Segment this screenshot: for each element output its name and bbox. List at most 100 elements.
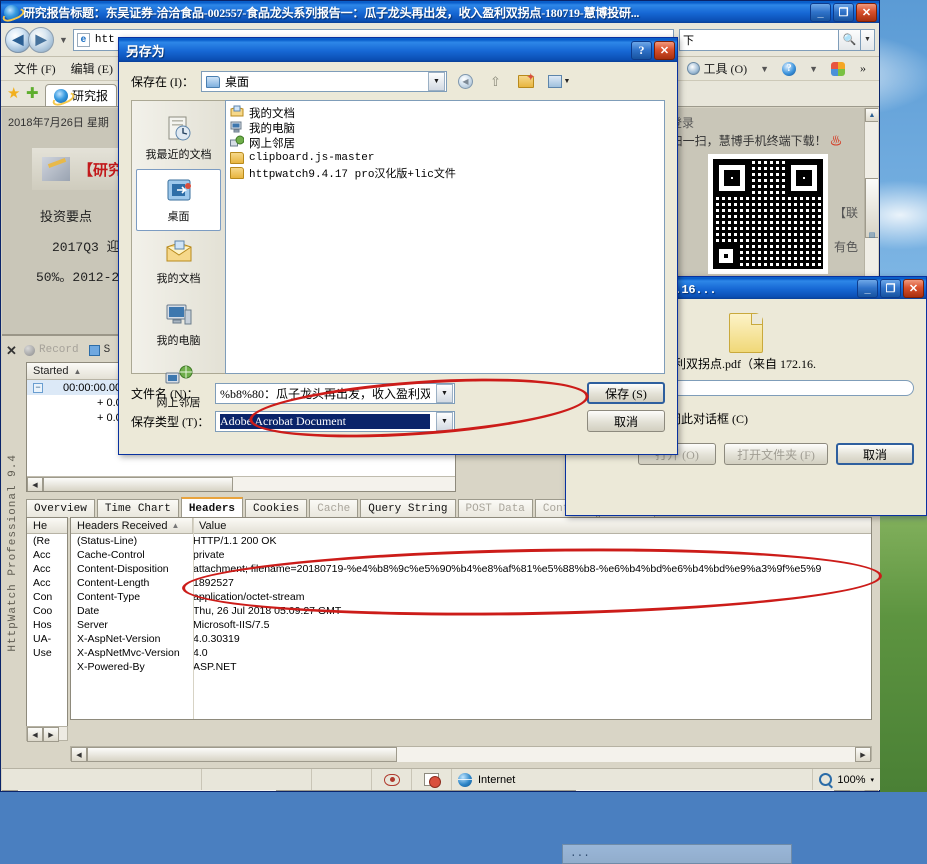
close-button[interactable]: ✕ xyxy=(654,40,675,60)
table-row[interactable]: Server Microsoft-IIS/7.5 xyxy=(71,618,871,632)
place-recent-documents[interactable]: 我最近的文档 xyxy=(132,107,225,169)
list-item[interactable]: 我的电脑 xyxy=(230,120,664,135)
up-one-level-icon[interactable]: ⇧ xyxy=(484,71,507,92)
search-icon[interactable]: 🔍 xyxy=(839,28,861,51)
scroll-up-icon[interactable]: ▲ xyxy=(865,108,878,122)
chevron-down-icon[interactable]: ▼ xyxy=(428,72,445,91)
cancel-button[interactable]: 取消 xyxy=(587,410,665,432)
minimize-button[interactable]: _ xyxy=(810,2,831,22)
messenger-button[interactable] xyxy=(824,59,852,79)
search-box[interactable] xyxy=(679,28,839,51)
sent-headers-pane[interactable]: He (Re Acc Acc Acc Con Coo Hos UA- Use xyxy=(26,517,68,741)
help-button[interactable]: ? xyxy=(631,40,652,60)
tools-chevron-down-icon[interactable]: ▼ xyxy=(760,64,769,74)
zoom-control[interactable]: 100% ▾ xyxy=(813,769,880,790)
favorites-center-icon[interactable]: ★ xyxy=(7,86,23,102)
zoom-chevron-down-icon[interactable]: ▾ xyxy=(870,776,874,784)
minimize-button[interactable]: _ xyxy=(857,278,878,298)
save-in-combobox[interactable]: 桌面 ▼ xyxy=(201,71,447,92)
list-item[interactable]: 网上邻居 xyxy=(230,135,664,150)
tab-overview[interactable]: Overview xyxy=(26,499,95,518)
tab-cookies[interactable]: Cookies xyxy=(245,499,308,518)
table-row[interactable]: Acc xyxy=(27,562,67,576)
request-grid-hscrollbar[interactable]: ◀ xyxy=(27,476,455,491)
hscroll-thumb[interactable] xyxy=(87,747,397,762)
place-my-documents[interactable]: 我的文档 xyxy=(132,231,225,293)
column-header-headers-received[interactable]: Headers Received ▲ xyxy=(71,518,193,533)
search-input[interactable] xyxy=(680,33,838,46)
filename-combobox[interactable]: %b8%80：瓜子龙头再出发，收入盈利双拐点 ▼ xyxy=(215,382,455,404)
scroll-left-icon[interactable]: ◀ xyxy=(27,477,43,491)
column-divider[interactable] xyxy=(193,518,194,719)
views-icon[interactable]: ▼ xyxy=(544,71,574,92)
list-item[interactable]: 我的文档 xyxy=(230,105,664,120)
table-row[interactable]: X-AspNet-Version 4.0.30319 xyxy=(71,632,871,646)
table-row[interactable]: Date Thu, 26 Jul 2018 05:09:27 GMT xyxy=(71,604,871,618)
scroll-left-icon[interactable]: ◀ xyxy=(71,747,87,762)
save-button[interactable]: 保存 (S) xyxy=(587,382,665,404)
table-row[interactable]: Acc xyxy=(27,576,67,590)
table-row[interactable]: Use xyxy=(27,646,67,660)
record-label[interactable]: Record xyxy=(39,344,79,356)
forward-button[interactable]: ▶ xyxy=(28,26,54,53)
help-chevron-down-icon[interactable]: ▼ xyxy=(809,64,818,74)
tab-headers[interactable]: Headers xyxy=(180,497,244,518)
add-to-favorites-icon[interactable]: ✚ xyxy=(26,86,42,102)
maximize-button[interactable]: ❐ xyxy=(833,2,854,22)
menu-item-edit[interactable]: 编辑 (E) xyxy=(64,57,120,80)
table-row[interactable]: Content-Disposition attachment; filename=… xyxy=(71,562,871,576)
received-headers-pane[interactable]: Headers Received ▲ Value (Status-Line) HT… xyxy=(70,517,872,720)
record-icon[interactable] xyxy=(24,344,35,356)
maximize-button[interactable]: ❐ xyxy=(880,278,901,298)
security-zone-indicator[interactable]: Internet xyxy=(452,769,814,790)
menu-item-help[interactable]: ? xyxy=(775,59,803,79)
tab-time-chart[interactable]: Time Chart xyxy=(96,499,179,518)
list-item[interactable]: httpwatch9.4.17 pro汉化版+lic文件 xyxy=(230,165,664,181)
menu-item-tools[interactable]: 工具 (O) xyxy=(680,57,754,80)
filename-value[interactable]: %b8%80：瓜子龙头再出发，收入盈利双拐点 xyxy=(220,385,430,402)
sent-headers-hscrollbar[interactable]: ◀ ▶ xyxy=(26,726,68,742)
browser-tab[interactable]: 研究报 xyxy=(45,84,118,106)
stop-icon[interactable] xyxy=(88,344,100,356)
scroll-right-icon[interactable]: ▶ xyxy=(855,747,871,762)
list-item[interactable]: clipboard.js-master xyxy=(230,150,664,165)
hscroll-thumb[interactable] xyxy=(43,477,233,491)
table-row[interactable]: Cache-Control private xyxy=(71,548,871,562)
tab-ghost[interactable]: ... xyxy=(562,844,792,863)
table-row[interactable]: Coo xyxy=(27,604,67,618)
place-my-computer[interactable]: 我的电脑 xyxy=(132,293,225,355)
chevron-down-icon[interactable]: ▼ xyxy=(436,411,453,431)
hscroll-track[interactable] xyxy=(233,477,455,491)
table-row[interactable]: (Re xyxy=(27,534,67,548)
popup-blocker-button[interactable] xyxy=(412,769,452,790)
file-list[interactable]: 我的文档 我的电脑 网上邻居 clipboard.js-master httpw… xyxy=(225,100,665,374)
table-row[interactable]: X-Powered-By ASP.NET xyxy=(71,660,871,674)
column-header-value[interactable]: Value xyxy=(193,518,871,533)
received-headers-hscrollbar[interactable]: ◀ ▶ xyxy=(70,746,872,762)
toolbar-overflow-button[interactable]: » xyxy=(853,58,873,79)
cancel-button[interactable]: 取消 xyxy=(836,443,914,465)
table-row[interactable]: Content-Length 1892527 xyxy=(71,576,871,590)
table-row[interactable]: X-AspNetMvc-Version 4.0 xyxy=(71,646,871,660)
stop-label[interactable]: S xyxy=(104,344,111,356)
menu-item-file[interactable]: 文件 (F) xyxy=(7,57,63,80)
tab-query-string[interactable]: Query String xyxy=(360,499,456,518)
table-row[interactable]: Con xyxy=(27,590,67,604)
close-button[interactable]: ✕ xyxy=(903,278,924,298)
table-row[interactable]: Acc xyxy=(27,548,67,562)
hscroll-track[interactable] xyxy=(397,747,855,762)
close-button[interactable]: ✕ xyxy=(856,2,877,22)
chevron-down-icon[interactable]: ▼ xyxy=(436,383,453,403)
table-row[interactable]: Content-Type application/octet-stream xyxy=(71,590,871,604)
filetype-combobox[interactable]: Adobe Acrobat Document ▼ xyxy=(215,410,455,432)
table-row[interactable]: UA- xyxy=(27,632,67,646)
new-folder-icon[interactable]: ✦ xyxy=(514,71,537,92)
collapse-icon[interactable]: − xyxy=(33,382,43,393)
privacy-report-button[interactable] xyxy=(372,769,412,790)
page-navigator-icon[interactable]: ▤ xyxy=(865,228,878,242)
table-row[interactable]: Hos xyxy=(27,618,67,632)
search-provider-dropdown-icon[interactable]: ▼ xyxy=(861,28,875,51)
scroll-right-icon[interactable]: ▶ xyxy=(43,727,59,742)
place-desktop[interactable]: 桌面 xyxy=(136,169,221,231)
recent-pages-dropdown-icon[interactable]: ▼ xyxy=(59,35,68,45)
